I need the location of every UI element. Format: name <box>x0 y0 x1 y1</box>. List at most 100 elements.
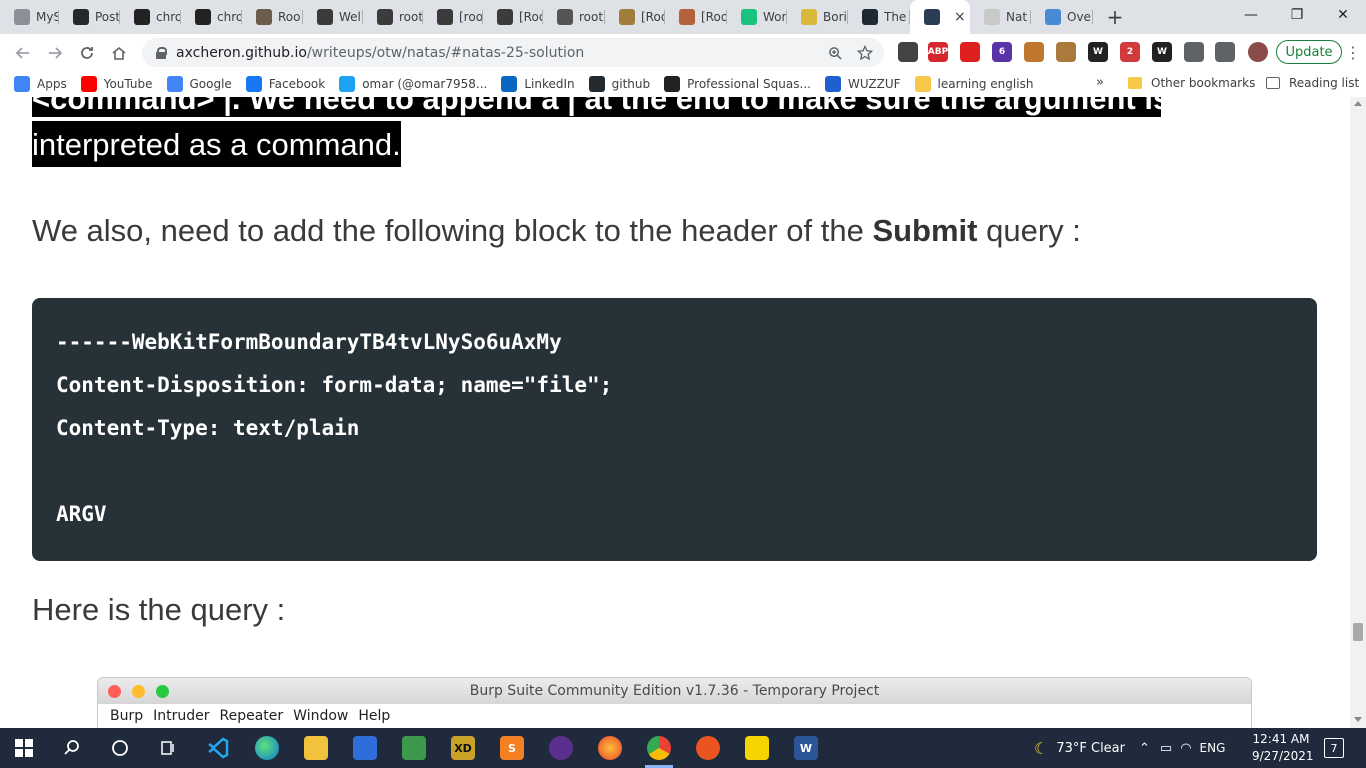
page-content: <command> |. We need to append a | at th… <box>0 97 1350 728</box>
scroll-thumb[interactable] <box>1353 623 1363 641</box>
bookmark-apps-grid[interactable]: Apps <box>14 76 67 92</box>
store-icon[interactable] <box>353 736 377 760</box>
bookmark-linkedin[interactable]: LinkedIn <box>501 76 575 92</box>
wikipedia-extension-icon[interactable]: W <box>1152 42 1172 62</box>
tab-13[interactable]: Wor <box>727 0 787 34</box>
tab-6[interactable]: Wel <box>303 0 363 34</box>
cortana-icon[interactable] <box>108 736 132 760</box>
scroll-up-arrow-icon[interactable] <box>1354 101 1362 106</box>
tab-title: [Roo <box>519 10 543 24</box>
tab-15[interactable]: The <box>848 0 910 34</box>
more-menu-icon[interactable]: ⋮ <box>1345 42 1361 62</box>
bookmark-google[interactable]: Google <box>166 76 232 92</box>
windows-start-icon[interactable] <box>12 736 36 760</box>
scroll-down-arrow-icon[interactable] <box>1354 717 1362 722</box>
tab-4[interactable]: chro <box>181 0 242 34</box>
clock-date: 9/27/2021 <box>1252 749 1314 763</box>
language-indicator[interactable]: ENG <box>1200 741 1226 755</box>
word-icon[interactable]: W <box>794 736 818 760</box>
tab-8[interactable]: [roo <box>423 0 483 34</box>
basket-extension-icon[interactable] <box>1024 42 1044 62</box>
xd-icon[interactable]: XD <box>451 736 475 760</box>
arduino-icon[interactable] <box>402 736 426 760</box>
other-bookmarks[interactable]: Other bookmarks <box>1128 76 1255 90</box>
tab-2[interactable]: Post <box>59 0 120 34</box>
ubuntu-icon[interactable] <box>696 736 720 760</box>
minimize-button[interactable]: — <box>1228 0 1274 30</box>
tab-5[interactable]: Roo <box>242 0 303 34</box>
tab-title: Wor <box>763 10 787 24</box>
twitter-icon <box>339 76 356 92</box>
close-window-button[interactable]: ✕ <box>1320 0 1366 30</box>
tab-10[interactable]: root <box>543 0 605 34</box>
tab-close-icon[interactable]: × <box>954 9 966 25</box>
bookmark-star-icon[interactable] <box>856 44 874 62</box>
forward-arrow-icon <box>49 47 63 59</box>
cookie-extension-icon[interactable] <box>1056 42 1076 62</box>
clock[interactable]: 12:41 AM 9/27/2021 <box>1252 731 1314 765</box>
adblock-icon[interactable] <box>960 42 980 62</box>
bookmark-twitter[interactable]: omar (@omar7958... <box>339 76 487 92</box>
bookmarks-overflow-button[interactable]: » <box>1096 75 1104 90</box>
task-view-icon[interactable] <box>156 736 180 760</box>
tab-18[interactable]: Ove <box>1031 0 1093 34</box>
tab-7[interactable]: root <box>363 0 423 34</box>
sublime-icon[interactable]: S <box>500 736 524 760</box>
tab-title: [Roo <box>641 10 665 24</box>
bookmark-youtube[interactable]: YouTube <box>80 76 153 92</box>
tab-17[interactable]: Nat <box>970 0 1031 34</box>
back-button[interactable] <box>8 38 38 68</box>
tab-11[interactable]: [Roo <box>605 0 665 34</box>
vscode-icon[interactable] <box>206 736 230 760</box>
tab-9[interactable]: [Roo <box>483 0 543 34</box>
sticky-notes-icon[interactable] <box>745 736 769 760</box>
tag-extension-icon[interactable]: 2 <box>1120 42 1140 62</box>
tab-1[interactable]: MyS <box>0 0 59 34</box>
robot-icon <box>619 9 635 25</box>
tray-chevron-icon[interactable]: ⌃ <box>1139 741 1150 756</box>
home-icon <box>112 46 126 60</box>
hexagon-extension-icon[interactable]: 6 <box>992 42 1012 62</box>
chrome-icon[interactable] <box>647 736 671 760</box>
bookmark-facebook[interactable]: Facebook <box>245 76 325 92</box>
tab-3[interactable]: chro <box>120 0 181 34</box>
reading-list[interactable]: Reading list <box>1266 76 1359 90</box>
burp-menu-burp: Burp <box>110 708 144 724</box>
burp-menu-repeater: Repeater <box>219 708 284 724</box>
ghost-extension-icon[interactable] <box>898 42 918 62</box>
edge-icon[interactable] <box>255 736 279 760</box>
reload-button[interactable] <box>72 38 102 68</box>
bookmark-wuzzuf[interactable]: WUZZUF <box>824 76 901 92</box>
adblock-plus-icon[interactable]: ABP <box>928 42 948 62</box>
puzzle-icon[interactable] <box>1184 42 1204 62</box>
bookmark-folder[interactable]: learning english <box>914 76 1033 92</box>
bookmark-squash[interactable]: Professional Squas... <box>664 76 811 92</box>
weather-text[interactable]: 73°F Clear <box>1056 741 1125 756</box>
facebook-icon <box>245 76 262 92</box>
bookmark-github[interactable]: github <box>588 76 650 92</box>
notification-center-icon[interactable]: 7 <box>1324 738 1344 758</box>
forward-button[interactable] <box>40 38 70 68</box>
tor-browser-icon[interactable] <box>549 736 573 760</box>
maximize-button[interactable]: ❐ <box>1274 0 1320 30</box>
wappalyzer-icon[interactable]: W <box>1088 42 1108 62</box>
firefox-icon[interactable] <box>598 736 622 760</box>
battery-icon[interactable]: ▭ <box>1160 741 1172 756</box>
zoom-icon[interactable] <box>826 44 844 62</box>
page-scrollbar[interactable] <box>1350 97 1366 728</box>
tab-title: Wel <box>339 10 361 24</box>
new-tab-button[interactable]: + <box>1101 3 1129 31</box>
tab-14[interactable]: Bori <box>787 0 848 34</box>
address-bar[interactable]: axcheron.github.io/writeups/otw/natas/#n… <box>142 38 884 67</box>
code-line: ------WebKitFormBoundaryTB4tvLNySo6uAxMy <box>56 330 562 354</box>
home-button[interactable] <box>104 38 134 68</box>
search-icon[interactable] <box>60 736 84 760</box>
wifi-icon[interactable]: ◠ <box>1180 741 1191 756</box>
playlist-icon[interactable] <box>1215 42 1235 62</box>
file-explorer-icon[interactable] <box>304 736 328 760</box>
update-button[interactable]: Update <box>1276 40 1342 64</box>
paragraph-submit: We also, need to add the following block… <box>32 213 1081 248</box>
tab-16[interactable]: × <box>910 0 970 34</box>
tab-12[interactable]: [Roo <box>665 0 727 34</box>
profile-avatar[interactable] <box>1248 42 1268 62</box>
